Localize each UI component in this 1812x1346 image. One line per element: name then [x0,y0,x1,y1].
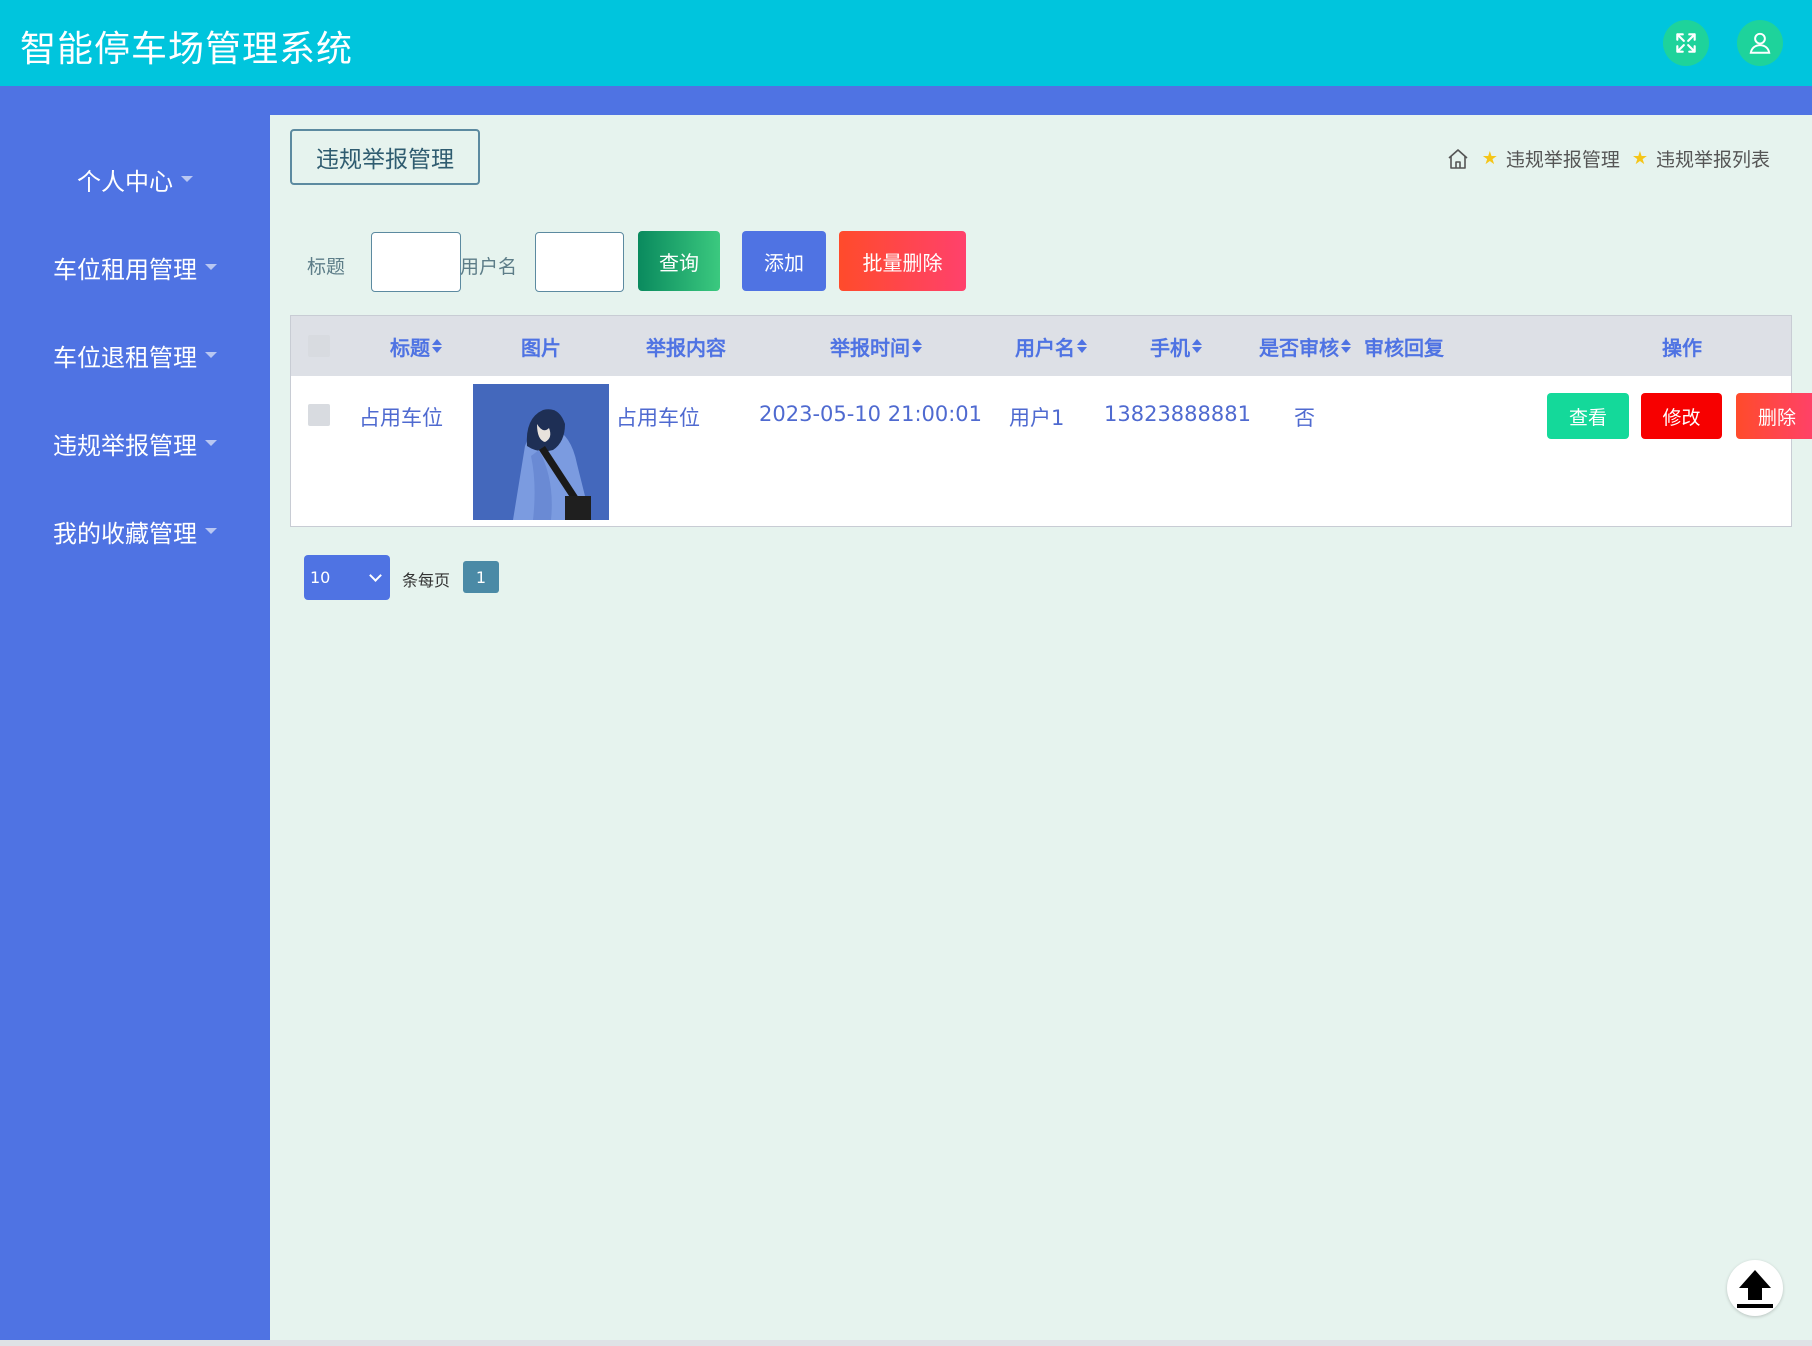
sidebar-item-violation-report[interactable]: 违规举报管理 [0,423,270,463]
sidebar-item-label: 个人中心 [77,167,173,196]
column-header-title[interactable]: 标题 [361,316,471,376]
column-header-username[interactable]: 用户名 [991,316,1111,376]
data-table: 标题 图片 举报内容 举报时间 用户名 手机 是否审核 审核回复 操作 占用车位… [290,315,1812,527]
chevron-down-icon [205,264,217,270]
app-title: 智能停车场管理系统 [20,29,354,70]
search-title-label: 标题 [307,256,346,278]
breadcrumb-item: 违规举报列表 [1655,149,1770,171]
sidebar-item-label: 违规举报管理 [53,431,197,460]
column-header-reviewed[interactable]: 是否审核 [1253,316,1357,376]
page-size-select[interactable]: 10 [304,555,390,600]
sidebar-item-label: 车位退租管理 [53,343,197,372]
edit-button[interactable]: 修改 [1641,393,1722,439]
batch-delete-button[interactable]: 批量删除 [839,231,966,291]
table-header: 标题 图片 举报内容 举报时间 用户名 手机 是否审核 审核回复 操作 [291,316,1791,376]
search-title-input[interactable] [371,232,461,292]
sidebar-item-space-rental[interactable]: 车位租用管理 [0,247,270,287]
column-header-image: 图片 [521,335,561,360]
top-header: 智能停车场管理系统 [0,0,1812,86]
cell-title: 占用车位 [359,406,443,430]
sub-header-bar [0,86,1812,115]
column-header-content: 举报内容 [646,335,726,360]
sort-icon [912,339,922,353]
sidebar-item-space-return[interactable]: 车位退租管理 [0,335,270,375]
row-checkbox[interactable] [308,404,330,426]
cell-reviewed: 否 [1294,406,1315,430]
star-icon: ★ [1481,148,1498,169]
breadcrumb-item[interactable]: 违规举报管理 [1506,145,1620,172]
cell-content: 占用车位 [616,406,700,430]
sort-icon [1192,339,1202,353]
delete-button[interactable]: 删除 [1736,393,1812,439]
page-number-button[interactable]: 1 [463,561,499,593]
chevron-down-icon [205,440,217,446]
sidebar-item-label: 我的收藏管理 [53,519,197,548]
view-button[interactable]: 查看 [1547,393,1629,439]
query-button[interactable]: 查询 [638,231,720,291]
sort-icon [1341,339,1351,353]
cell-time: 2023-05-10 21:00:01 [759,402,983,426]
star-icon: ★ [1631,148,1648,169]
sort-icon [1077,339,1087,353]
fullscreen-button[interactable] [1663,20,1709,66]
sidebar-item-personal-center[interactable]: 个人中心 [0,159,270,199]
cell-username: 用户1 [1009,406,1065,430]
home-icon[interactable] [1446,147,1470,171]
back-to-top-button[interactable] [1727,1260,1783,1316]
select-all-checkbox[interactable] [308,335,330,357]
column-header-phone[interactable]: 手机 [1101,316,1251,376]
search-username-label: 用户名 [460,256,518,278]
user-button[interactable] [1737,20,1783,66]
per-page-label: 条每页 [402,571,451,590]
report-image[interactable] [473,384,609,520]
sidebar-item-label: 车位租用管理 [53,255,197,284]
bottom-scrollbar [0,1340,1812,1346]
column-header-time[interactable]: 举报时间 [761,316,991,376]
sort-icon [432,339,442,353]
user-icon [1749,32,1771,54]
add-button[interactable]: 添加 [742,231,826,291]
breadcrumb: ★ 违规举报管理 ★ 违规举报列表 [1446,145,1770,172]
fullscreen-icon [1676,33,1696,53]
main-content: 违规举报管理 ★ 违规举报管理 ★ 违规举报列表 标题 用户名 查询 添加 批量… [270,115,1812,1340]
chevron-down-icon [181,176,193,182]
chevron-down-icon [205,352,217,358]
arrow-up-icon [1737,1270,1773,1308]
sidebar: 个人中心 车位租用管理 车位退租管理 违规举报管理 我的收藏管理 [0,115,270,1340]
page-title: 违规举报管理 [290,129,480,185]
sidebar-item-favorites[interactable]: 我的收藏管理 [0,511,270,551]
cell-phone: 13823888881 [1104,402,1251,426]
search-username-input[interactable] [535,232,624,292]
column-header-reply: 审核回复 [1364,335,1444,360]
column-header-actions: 操作 [1662,335,1702,360]
chevron-down-icon [369,569,382,582]
chevron-down-icon [205,528,217,534]
